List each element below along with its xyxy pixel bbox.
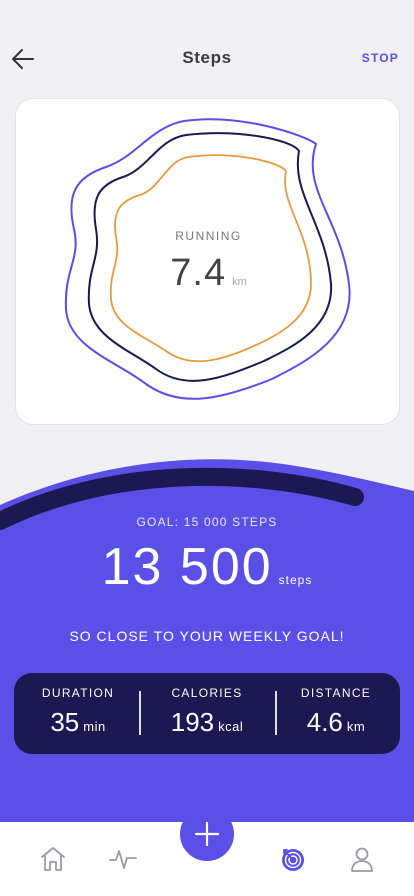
- stat-value: 4.6 km: [272, 707, 400, 738]
- profile-icon: [351, 847, 373, 872]
- header: Steps STOP: [0, 0, 414, 110]
- stats-bar: DURATION 35 min CALORIES 193 kcal DISTANCE…: [14, 673, 400, 754]
- activity-value: 7.4 km: [16, 252, 401, 295]
- goal-label: GOAL: 15 000 STEPS: [136, 515, 278, 529]
- target-icon: [282, 849, 304, 871]
- activity-icon: [109, 850, 137, 869]
- stat-number: 35: [50, 707, 80, 737]
- home-icon: [41, 847, 65, 871]
- nav-activity[interactable]: [108, 844, 138, 874]
- stat-duration: DURATION 35 min: [14, 673, 142, 754]
- activity-label: RUNNING: [175, 229, 242, 243]
- steps-count: 13 500 steps: [0, 537, 414, 597]
- add-button[interactable]: [180, 807, 234, 861]
- stat-value: 35 min: [14, 707, 142, 738]
- stat-unit: min: [83, 719, 106, 734]
- stat-label: CALORIES: [171, 686, 243, 700]
- nav-profile[interactable]: [347, 844, 377, 874]
- stat-unit: kcal: [218, 719, 244, 734]
- steps-unit: steps: [278, 573, 313, 587]
- nav-home[interactable]: [38, 844, 68, 874]
- stat-divider: [139, 691, 141, 735]
- activity-card: RUNNING 7.4 km: [15, 98, 400, 425]
- activity-unit: km: [232, 276, 247, 288]
- steps-value: 13 500: [101, 538, 273, 596]
- stop-button[interactable]: STOP: [362, 51, 399, 65]
- stat-unit: km: [346, 719, 366, 734]
- stat-distance: DISTANCE 4.6 km: [272, 673, 400, 754]
- goal-message: SO CLOSE TO YOUR WEEKLY GOAL!: [69, 628, 345, 644]
- plus-icon: [194, 821, 220, 847]
- stat-label: DISTANCE: [300, 686, 372, 700]
- page-title: Steps: [182, 48, 232, 67]
- stat-calories: CALORIES 193 kcal: [143, 673, 271, 754]
- stat-number: 4.6: [306, 707, 343, 737]
- activity-distance: 7.4: [170, 252, 227, 294]
- nav-target[interactable]: [278, 844, 308, 874]
- stat-number: 193: [170, 707, 215, 737]
- stat-label: DURATION: [41, 686, 115, 700]
- stat-value: 193 kcal: [143, 707, 271, 738]
